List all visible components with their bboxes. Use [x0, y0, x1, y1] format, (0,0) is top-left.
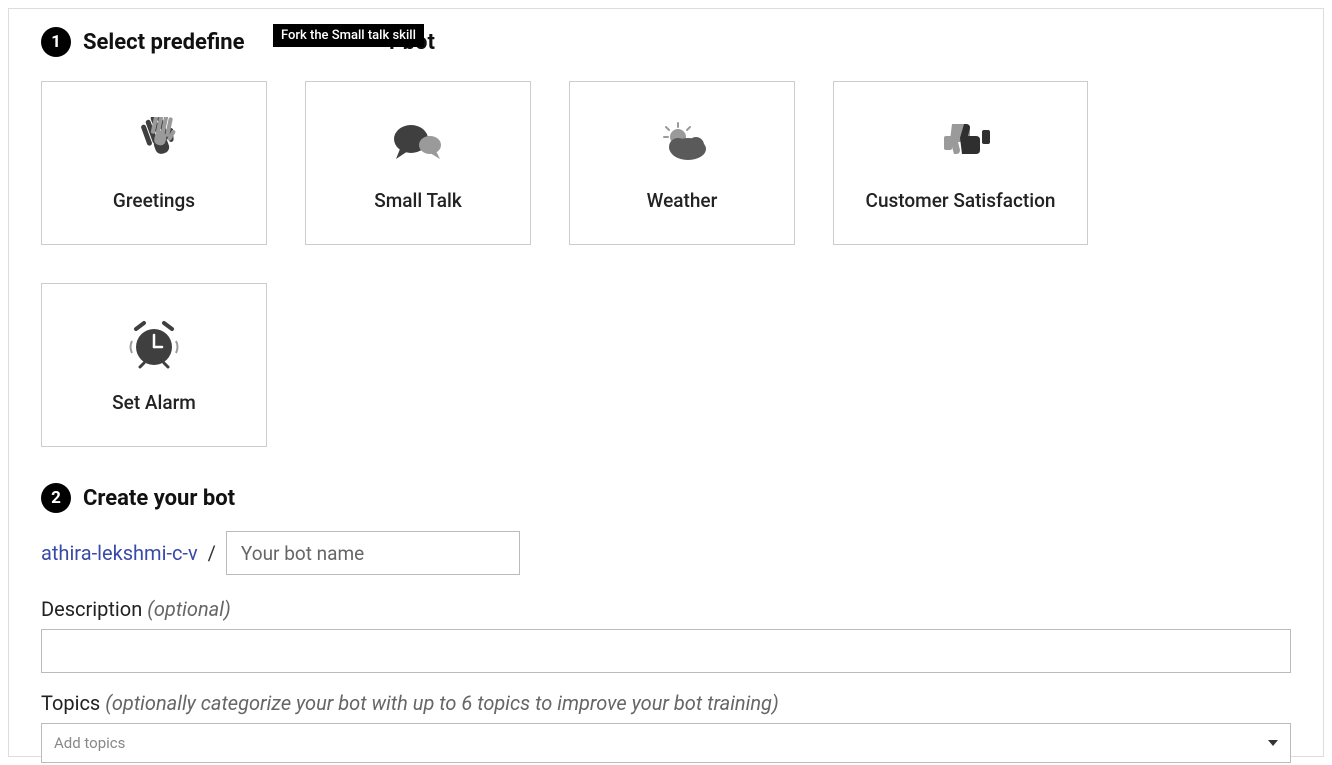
step1-title-text-left: Select predefine: [83, 30, 245, 55]
topics-placeholder: Add topics: [54, 734, 125, 752]
greetings-icon: [124, 115, 184, 171]
customer-satisfaction-icon: [926, 115, 996, 171]
skill-label: Greetings: [113, 189, 195, 212]
path-slash: /: [208, 541, 216, 565]
username-link[interactable]: athira-lekshmi-c-v: [41, 541, 198, 565]
description-group: Description (optional): [41, 597, 1291, 673]
bot-create-form: 1 Select predefined skills for your bot …: [8, 8, 1324, 757]
topics-select[interactable]: Add topics: [41, 723, 1291, 763]
description-label: Description (optional): [41, 597, 1291, 621]
step1-number-badge: 1: [41, 27, 71, 57]
skill-label: Customer Satisfaction: [866, 189, 1056, 212]
bot-name-input[interactable]: [226, 531, 520, 575]
bot-name-row: athira-lekshmi-c-v /: [41, 531, 1291, 575]
step2-header: 2 Create your bot: [41, 483, 1291, 513]
skill-label: Weather: [647, 189, 718, 212]
topics-group: Topics (optionally categorize your bot w…: [41, 691, 1291, 763]
fork-skill-tooltip: Fork the Small talk skill: [273, 24, 424, 47]
skill-card-weather[interactable]: Weather: [569, 81, 795, 245]
weather-icon: [650, 115, 714, 171]
skill-card-set-alarm[interactable]: Set Alarm: [41, 283, 267, 447]
skill-label: Set Alarm: [112, 391, 196, 414]
topics-label: Topics (optionally categorize your bot w…: [41, 691, 1291, 715]
topics-optional: (optionally categorize your bot with up …: [105, 691, 779, 715]
skills-grid: Greetings Small Talk: [41, 81, 1291, 447]
small-talk-icon: [388, 115, 448, 171]
description-input[interactable]: [41, 629, 1291, 673]
skill-label: Small Talk: [374, 189, 462, 212]
step2-number-badge: 2: [41, 483, 71, 513]
description-optional: (optional): [147, 597, 230, 621]
description-label-text: Description: [41, 597, 147, 621]
chevron-down-icon: [1268, 740, 1278, 746]
step2-title: Create your bot: [83, 486, 235, 511]
skill-card-customer-satisfaction[interactable]: Customer Satisfaction: [833, 81, 1088, 245]
skill-card-greetings[interactable]: Greetings: [41, 81, 267, 245]
skill-card-small-talk[interactable]: Small Talk: [305, 81, 531, 245]
topics-label-text: Topics: [41, 691, 105, 715]
alarm-icon: [126, 317, 182, 373]
step1-header: 1 Select predefined skills for your bot …: [41, 27, 1291, 57]
